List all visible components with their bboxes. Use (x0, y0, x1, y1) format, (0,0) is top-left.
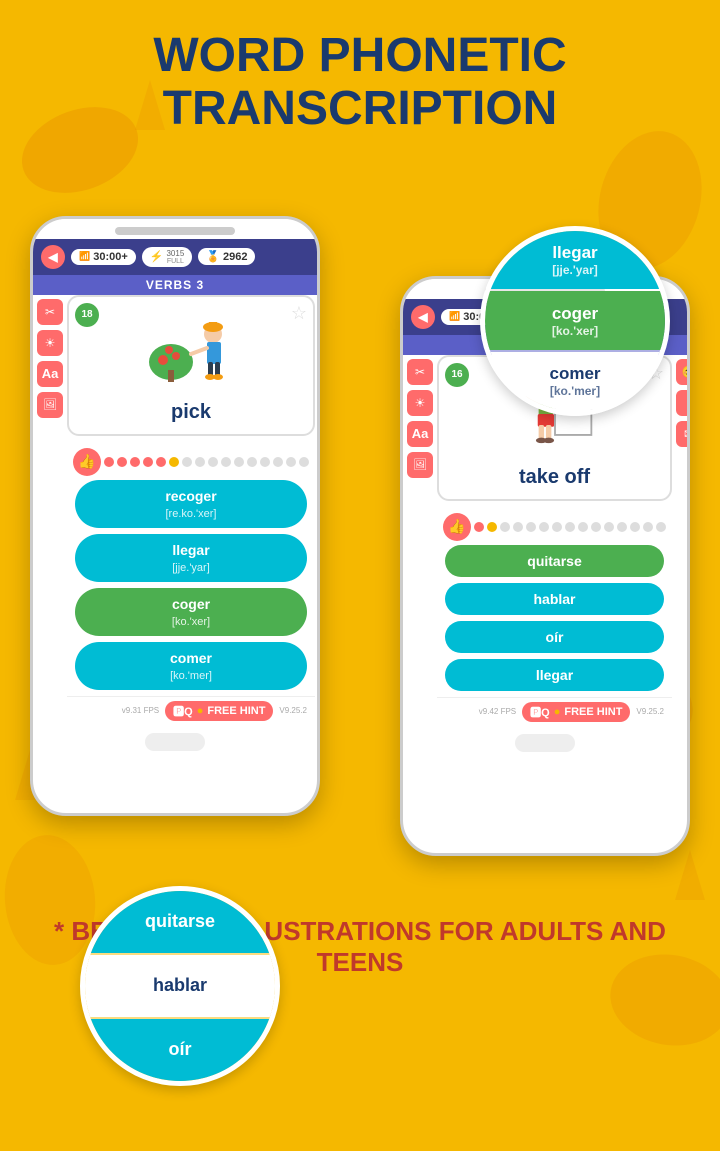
callout-circle-2: quitarse hablar oír (80, 886, 280, 1086)
answer-btn-2-1[interactable]: hablar (445, 583, 664, 615)
hint-badge-2[interactable]: 🅿Q ● FREE HINT (522, 702, 630, 722)
image-btn-2[interactable]: 🖼 (407, 452, 433, 478)
home-oval-1[interactable] (145, 733, 205, 751)
emoji-btn-1[interactable]: 😊 (319, 299, 320, 325)
answers-1: recoger [re.ko.'xer] llegar [jje.'yar] c… (67, 480, 315, 690)
card-word-2: take off (519, 466, 590, 489)
sun-btn-2[interactable]: ☀ (407, 390, 433, 416)
scissor-btn-2[interactable]: ✂ (407, 359, 433, 385)
pause-btn-2[interactable]: ⏸ (676, 390, 690, 416)
phone-1-notch (33, 219, 317, 239)
coin-icon-1: 🏅 (206, 250, 220, 263)
card-number-2: 16 (445, 363, 469, 387)
left-panel-2: ✂ ☀ Aa 🖼 (403, 355, 437, 482)
answer-btn-1-0[interactable]: recoger [re.ko.'xer] (75, 480, 307, 528)
wifi-icon-2: 📶 (449, 311, 460, 322)
stat-score-1: ⚡ 3015 FULL (142, 247, 193, 267)
card-word-1: pick (171, 401, 211, 424)
wifi-icon: 📶 (79, 251, 90, 262)
left-panel-1: ✂ ☀ Aa 🖼 (33, 295, 67, 422)
stat-coins-1: 🏅 2962 (198, 248, 255, 265)
hint-bar-1: v9.31 FPS 🅿Q ● FREE HINT V9.25.2 (67, 696, 315, 725)
back-button-2[interactable]: ◀ (411, 305, 435, 329)
callout-1-item-1: llegar [jje.'yar] (485, 231, 665, 290)
callout-2-item-1: quitarse (85, 891, 275, 953)
phone-1-home (33, 725, 317, 759)
phone-1-center: 18 ☆ (67, 295, 315, 725)
card-number-1: 18 (75, 303, 99, 327)
sun-btn-1[interactable]: ☀ (37, 330, 63, 356)
notch-bar (115, 227, 235, 235)
text-btn-1[interactable]: Aa (37, 361, 63, 387)
answer-btn-2-2[interactable]: oír (445, 621, 664, 653)
hint-bar-2: v9.42 FPS 🅿Q ● FREE HINT V9.25.2 (437, 697, 672, 726)
stat-time-1: 📶 30:00+ (71, 249, 136, 265)
phone-1-app-header: ◀ 📶 30:00+ ⚡ 3015 FULL 🏅 2962 (33, 239, 317, 275)
phone-1: ◀ 📶 30:00+ ⚡ 3015 FULL 🏅 2962 (30, 216, 320, 816)
text-btn-2[interactable]: Aa (407, 421, 433, 447)
callout-2-item-3: oír (85, 1019, 275, 1081)
lightning-icon-1: ⚡ (150, 250, 164, 263)
callout-2-item-2: hablar (85, 955, 275, 1017)
thumb-icon-1[interactable]: 👍 (73, 448, 101, 476)
scissor-btn-1[interactable]: ✂ (37, 299, 63, 325)
mail-btn-1[interactable]: ✉ (319, 361, 320, 387)
callout-1-item-2: coger [ko.'xer] (485, 291, 665, 350)
card-star-1[interactable]: ☆ (291, 303, 307, 324)
phone-2-home (403, 726, 687, 760)
callout-circle-1: llegar [jje.'yar] coger [ko.'xer] comer … (480, 226, 670, 416)
progress-dots-2: 👍 (437, 509, 672, 545)
hint-badge-1[interactable]: 🅿Q ● FREE HINT (165, 701, 273, 721)
card-illustration-1 (141, 312, 241, 392)
flash-card-1: 18 ☆ (67, 295, 315, 436)
pause-btn-1[interactable]: ⏸ (319, 330, 320, 356)
fps-label-2: v9.42 FPS (479, 707, 516, 716)
main-title: WORD PHONETICTRANSCRIPTION (153, 30, 566, 136)
version-label-2: V9.25.2 (636, 707, 664, 716)
right-panel-2: 😊 ⏸ ✉ (672, 355, 690, 451)
phone-1-main-area: ✂ ☀ Aa 🖼 18 ☆ (33, 295, 317, 725)
image-btn-1[interactable]: 🖼 (37, 392, 63, 418)
emoji-btn-2[interactable]: 😊 (676, 359, 690, 385)
answer-btn-2-3[interactable]: llegar (445, 659, 664, 691)
mail-btn-2[interactable]: ✉ (676, 421, 690, 447)
home-oval-2[interactable] (515, 734, 575, 752)
thumb-icon-2[interactable]: 👍 (443, 513, 471, 541)
answer-btn-1-3[interactable]: comer [ko.'mer] (75, 642, 307, 690)
back-button-1[interactable]: ◀ (41, 245, 65, 269)
progress-dots-1: 👍 (67, 444, 315, 480)
answer-btn-2-0[interactable]: quitarse (445, 545, 664, 577)
answer-btn-1-1[interactable]: llegar [jje.'yar] (75, 534, 307, 582)
answers-2: quitarse hablar oír llegar (437, 545, 672, 691)
version-label-1: V9.25.2 (279, 706, 307, 715)
answer-btn-1-2[interactable]: coger [ko.'xer] (75, 588, 307, 636)
category-label-1: VERBS 3 (33, 275, 317, 295)
right-panel-1: 😊 ⏸ ✉ (315, 295, 320, 391)
fps-label-1: v9.31 FPS (122, 706, 159, 715)
